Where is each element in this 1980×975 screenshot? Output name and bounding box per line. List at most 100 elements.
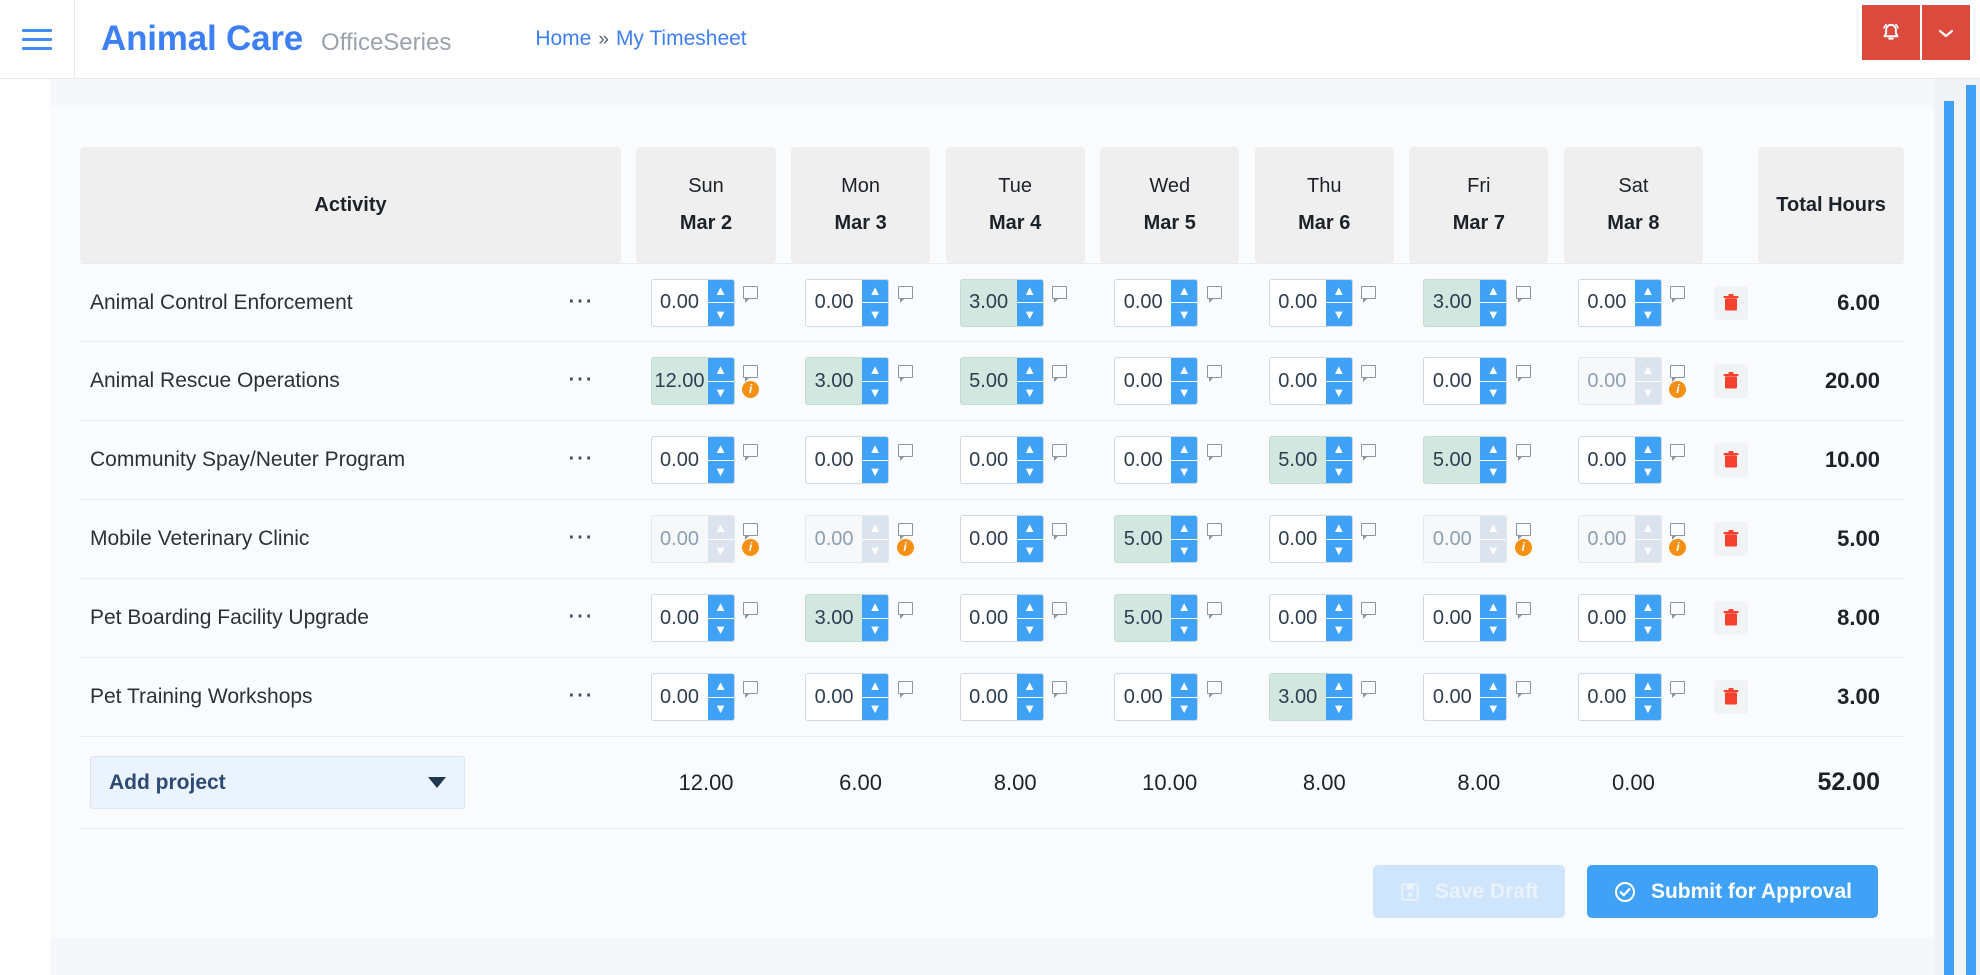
delete-row-button[interactable] [1713,285,1748,320]
hours-stepper-tue[interactable]: 0.00 ▲ ▼ [959,515,1044,563]
comment-icon[interactable] [897,522,913,540]
stepper-increment-icon[interactable]: ▲ [1325,358,1352,382]
stepper-decrement-icon[interactable]: ▼ [1325,618,1352,641]
hours-stepper-thu[interactable]: 3.00 ▲ ▼ [1268,673,1353,721]
row-menu-ellipsis-icon[interactable]: ⋯ [567,681,595,707]
hours-input[interactable]: 0.00 [1115,674,1171,720]
comment-icon[interactable] [1670,286,1686,303]
stepper-decrement-icon[interactable]: ▼ [1171,460,1198,483]
hours-stepper-mon[interactable]: 0.00 ▲ ▼ [805,436,890,484]
hours-input[interactable]: 0.00 [1270,595,1326,641]
comment-icon[interactable] [1515,364,1531,382]
stepper-decrement-icon[interactable]: ▼ [1480,460,1507,483]
hours-input[interactable]: 0.00 [1424,595,1480,641]
comment-icon[interactable] [1670,364,1686,382]
hours-input[interactable]: 12.00 [652,358,708,404]
info-badge-icon[interactable]: i [896,538,914,556]
scrollbar-inner[interactable] [1944,101,1954,975]
stepper-decrement-icon[interactable]: ▼ [1634,697,1661,720]
hours-stepper-thu[interactable]: 0.00 ▲ ▼ [1268,357,1353,405]
comment-icon[interactable] [897,443,913,461]
comment-icon[interactable] [1052,364,1068,382]
stepper-increment-icon[interactable]: ▲ [1171,595,1198,619]
hamburger-menu-icon[interactable] [0,0,74,79]
hours-stepper-thu[interactable]: 0.00 ▲ ▼ [1268,515,1353,563]
hours-stepper-sat[interactable]: 0.00 ▲ ▼ [1577,673,1662,721]
stepper-decrement-icon[interactable]: ▼ [1016,460,1043,483]
stepper-decrement-icon[interactable]: ▼ [707,460,734,483]
hours-stepper-tue[interactable]: 0.00 ▲ ▼ [959,594,1044,642]
breadcrumb-current-page[interactable]: My Timesheet [616,27,747,51]
stepper-decrement-icon[interactable]: ▼ [1325,303,1352,326]
comment-icon[interactable] [1361,680,1377,698]
hours-stepper-mon[interactable]: 3.00 ▲ ▼ [805,357,890,405]
info-badge-icon[interactable]: i [1514,538,1532,556]
stepper-decrement-icon[interactable]: ▼ [1171,618,1198,641]
hours-stepper-fri[interactable]: 5.00 ▲ ▼ [1423,436,1508,484]
hours-input[interactable]: 0.00 [1579,437,1635,483]
comment-icon[interactable] [897,364,913,382]
hours-input[interactable]: 5.00 [961,358,1017,404]
delete-row-button[interactable] [1713,680,1748,714]
stepper-increment-icon[interactable]: ▲ [707,437,734,461]
comment-icon[interactable] [1206,364,1222,382]
scrollbar-outer[interactable] [1966,85,1976,975]
hours-input[interactable]: 5.00 [1115,516,1171,562]
comment-icon[interactable] [1515,601,1531,619]
hours-input[interactable]: 0.00 [806,437,862,483]
hours-stepper-sun[interactable]: 0.00 ▲ ▼ [650,278,735,327]
hours-stepper-sat[interactable]: 0.00 ▲ ▼ [1577,436,1662,484]
stepper-decrement-icon[interactable]: ▼ [1016,618,1043,641]
stepper-increment-icon[interactable]: ▲ [1016,437,1043,461]
info-badge-icon[interactable]: i [1669,538,1687,556]
comment-icon[interactable] [1361,522,1377,540]
stepper-decrement-icon[interactable]: ▼ [1480,381,1507,404]
hours-input[interactable]: 0.00 [806,674,862,720]
info-badge-icon[interactable]: i [1669,380,1687,398]
add-project-dropdown[interactable]: Add project [90,756,465,809]
notification-bell-button[interactable] [1862,5,1920,60]
hours-input[interactable]: 0.00 [1270,358,1326,404]
comment-icon[interactable] [897,601,913,619]
hours-stepper-wed[interactable]: 5.00 ▲ ▼ [1114,594,1199,642]
hours-stepper-tue[interactable]: 3.00 ▲ ▼ [959,278,1044,327]
stepper-decrement-icon[interactable]: ▼ [1171,303,1198,326]
stepper-decrement-icon[interactable]: ▼ [1016,381,1043,404]
hours-stepper-tue[interactable]: 0.00 ▲ ▼ [959,436,1044,484]
stepper-increment-icon[interactable]: ▲ [1480,674,1507,698]
stepper-decrement-icon[interactable]: ▼ [862,618,889,641]
submit-for-approval-button[interactable]: Submit for Approval [1586,865,1878,918]
hours-stepper-sun[interactable]: 0.00 ▲ ▼ [650,594,735,642]
comment-icon[interactable] [1052,680,1068,698]
stepper-increment-icon[interactable]: ▲ [1634,437,1661,461]
hours-stepper-tue[interactable]: 0.00 ▲ ▼ [959,673,1044,721]
stepper-increment-icon[interactable]: ▲ [1480,279,1507,303]
hours-stepper-thu[interactable]: 0.00 ▲ ▼ [1268,278,1353,327]
hours-stepper-thu[interactable]: 5.00 ▲ ▼ [1268,436,1353,484]
info-badge-icon[interactable]: i [742,538,760,556]
notification-dropdown-button[interactable] [1922,5,1970,60]
stepper-increment-icon[interactable]: ▲ [1171,358,1198,382]
stepper-increment-icon[interactable]: ▲ [862,358,889,382]
delete-row-button[interactable] [1713,601,1748,635]
comment-icon[interactable] [1515,286,1531,303]
comment-icon[interactable] [1206,522,1222,540]
stepper-increment-icon[interactable]: ▲ [862,279,889,303]
hours-stepper-sat[interactable]: 0.00 ▲ ▼ [1577,594,1662,642]
stepper-increment-icon[interactable]: ▲ [1016,674,1043,698]
stepper-decrement-icon[interactable]: ▼ [1171,539,1198,562]
comment-icon[interactable] [1052,601,1068,619]
hours-input[interactable]: 0.00 [961,595,1017,641]
stepper-increment-icon[interactable]: ▲ [1016,358,1043,382]
hours-stepper-wed[interactable]: 0.00 ▲ ▼ [1114,673,1199,721]
hours-stepper-fri[interactable]: 3.00 ▲ ▼ [1423,278,1508,327]
hours-input[interactable]: 0.00 [1579,595,1635,641]
stepper-decrement-icon[interactable]: ▼ [862,381,889,404]
row-menu-ellipsis-icon[interactable]: ⋯ [567,523,595,549]
stepper-increment-icon[interactable]: ▲ [1325,437,1352,461]
delete-row-button[interactable] [1713,364,1748,398]
stepper-decrement-icon[interactable]: ▼ [1171,381,1198,404]
stepper-decrement-icon[interactable]: ▼ [1016,539,1043,562]
hours-input[interactable]: 0.00 [1115,280,1171,326]
stepper-increment-icon[interactable]: ▲ [1325,516,1352,540]
